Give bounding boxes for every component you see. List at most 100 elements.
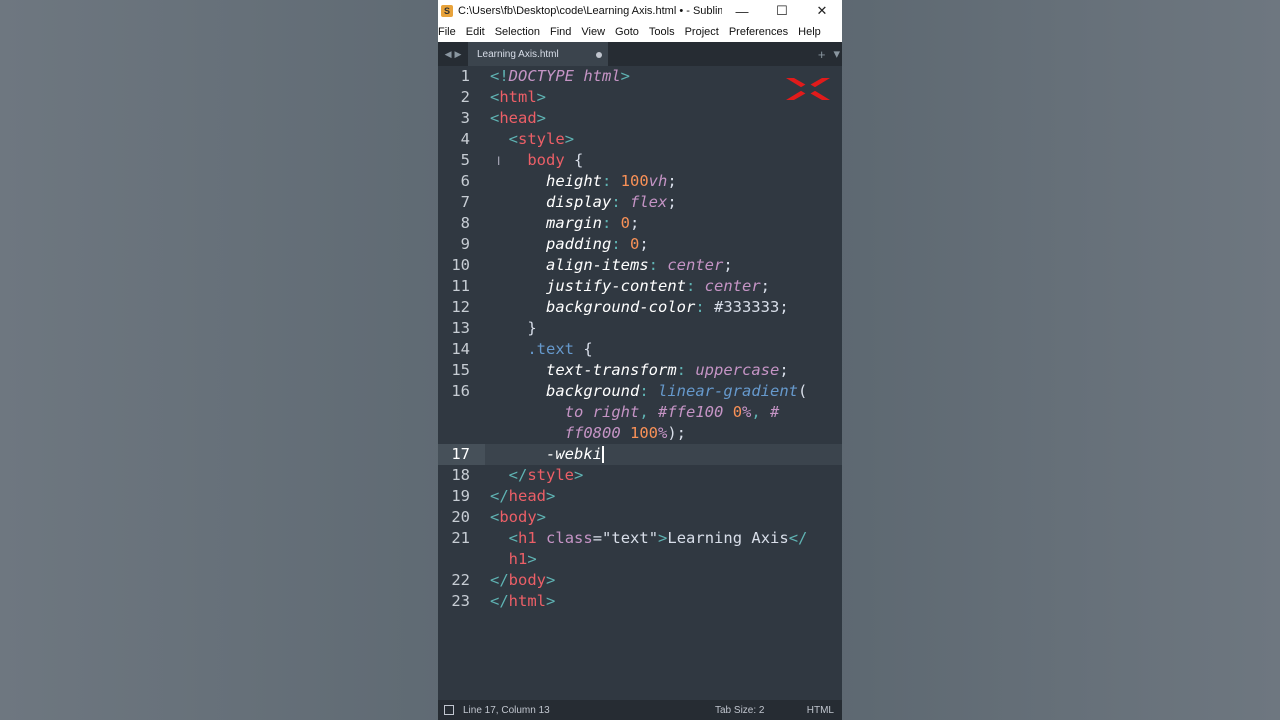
- token: center: [704, 277, 761, 295]
- token: linear-gradient: [658, 382, 798, 400]
- tab-dropdown-icon[interactable]: ▾: [833, 46, 840, 62]
- code-line[interactable]: }: [485, 318, 842, 339]
- token: {: [564, 151, 584, 169]
- menu-preferences[interactable]: Preferences: [729, 26, 788, 38]
- menu-find[interactable]: Find: [550, 26, 571, 38]
- code-line[interactable]: text-transform: uppercase;: [485, 360, 842, 381]
- code-line[interactable]: display: flex;: [485, 192, 842, 213]
- tab-learning-axis[interactable]: Learning Axis.html: [468, 42, 608, 66]
- menu-edit[interactable]: Edit: [466, 26, 485, 38]
- menu-file[interactable]: File: [438, 26, 456, 38]
- token: >: [546, 592, 556, 610]
- token: background: [546, 382, 640, 400]
- tab-next-icon[interactable]: ▶: [455, 49, 462, 60]
- token: 100: [630, 424, 658, 442]
- code-line[interactable]: </style>: [485, 465, 842, 486]
- token: </: [788, 529, 808, 547]
- token: text-transform: [546, 361, 677, 379]
- channel-logo-icon: [786, 78, 830, 100]
- code-content[interactable]: <!DOCTYPE html> <html> <head> <style> bo…: [485, 66, 842, 612]
- line-number: [438, 402, 485, 423]
- code-line[interactable]: align-items: center;: [485, 255, 842, 276]
- line-number: 22: [451, 571, 470, 589]
- token: ,: [751, 403, 771, 421]
- code-line[interactable]: .text {: [485, 339, 842, 360]
- line-gutter: 1 2 3 4 5 6 7 8 9 10 11 12 13 14 15 16 1…: [438, 66, 485, 612]
- code-line[interactable]: body {: [485, 150, 842, 171]
- menu-selection[interactable]: Selection: [495, 26, 540, 38]
- token: margin: [546, 214, 602, 232]
- line-number: 18: [451, 466, 470, 484]
- menu-help[interactable]: Help: [798, 26, 821, 38]
- code-line[interactable]: </html>: [485, 591, 842, 612]
- token: ;: [779, 361, 789, 379]
- menu-view[interactable]: View: [581, 26, 605, 38]
- code-line[interactable]: </head>: [485, 486, 842, 507]
- code-line[interactable]: padding: 0;: [485, 234, 842, 255]
- close-button[interactable]: ✕: [802, 0, 842, 22]
- code-line[interactable]: to right, #ffe100 0%, #: [485, 402, 842, 423]
- token: html: [499, 88, 537, 106]
- maximize-button[interactable]: ☐: [762, 0, 802, 22]
- token: #ffe100: [658, 403, 724, 421]
- token: :: [611, 193, 630, 211]
- menu-tools[interactable]: Tools: [649, 26, 675, 38]
- code-line[interactable]: margin: 0;: [485, 213, 842, 234]
- token: :: [602, 214, 621, 232]
- tab-navigation: ◀ ▶: [438, 49, 468, 60]
- token: h1: [518, 529, 537, 547]
- token: ;: [779, 298, 789, 316]
- token: %: [658, 424, 668, 442]
- menu-goto[interactable]: Goto: [615, 26, 639, 38]
- code-line[interactable]: background-color: #333333;: [485, 297, 842, 318]
- token: </: [490, 571, 509, 589]
- code-line[interactable]: h1>: [485, 549, 842, 570]
- code-line[interactable]: background: linear-gradient(: [485, 381, 842, 402]
- token: Learning Axis: [667, 529, 789, 547]
- token: >: [536, 88, 547, 106]
- line-number: [438, 549, 485, 570]
- new-tab-icon[interactable]: +: [818, 47, 826, 62]
- token: :: [648, 256, 668, 274]
- code-line[interactable]: <style>: [485, 129, 842, 150]
- token: style: [527, 466, 575, 484]
- token: padding: [546, 235, 612, 253]
- mouse-ibeam-icon: I: [497, 154, 501, 168]
- line-number: 20: [451, 508, 470, 526]
- code-line-active[interactable]: -webki: [485, 444, 842, 465]
- token: height: [546, 172, 602, 190]
- token: {: [574, 340, 593, 358]
- syntax-selector[interactable]: HTML: [807, 705, 834, 716]
- token: >: [620, 67, 631, 85]
- line-number: 7: [460, 193, 470, 211]
- token: 100: [620, 172, 649, 190]
- line-number-active: 17: [438, 444, 485, 465]
- token: </: [508, 466, 528, 484]
- line-number: 15: [451, 361, 470, 379]
- token: :: [676, 361, 696, 379]
- token: ff0800: [564, 424, 621, 442]
- unsaved-dot-icon[interactable]: [596, 52, 602, 58]
- tab-prev-icon[interactable]: ◀: [445, 49, 452, 60]
- panel-toggle-icon[interactable]: [444, 705, 454, 715]
- code-line[interactable]: </body>: [485, 570, 842, 591]
- token: >: [574, 466, 584, 484]
- token: #: [770, 403, 780, 421]
- line-number: 12: [451, 298, 470, 316]
- token: :: [685, 277, 705, 295]
- code-line[interactable]: <h1 class="text">Learning Axis</: [485, 528, 842, 549]
- line-number: 3: [460, 109, 470, 127]
- token: DOCTYPE: [508, 67, 574, 85]
- tab-size-selector[interactable]: Tab Size: 2: [715, 705, 764, 716]
- line-number: 16: [451, 382, 470, 400]
- menu-project[interactable]: Project: [685, 26, 719, 38]
- token: .text: [527, 340, 574, 358]
- code-line[interactable]: justify-content: center;: [485, 276, 842, 297]
- code-line[interactable]: height: 100vh;: [485, 171, 842, 192]
- code-line[interactable]: <head>: [485, 108, 842, 129]
- minimize-button[interactable]: —: [722, 0, 762, 22]
- code-line[interactable]: ff0800 100%);: [485, 423, 842, 444]
- code-line[interactable]: <body>: [485, 507, 842, 528]
- token: >: [546, 487, 556, 505]
